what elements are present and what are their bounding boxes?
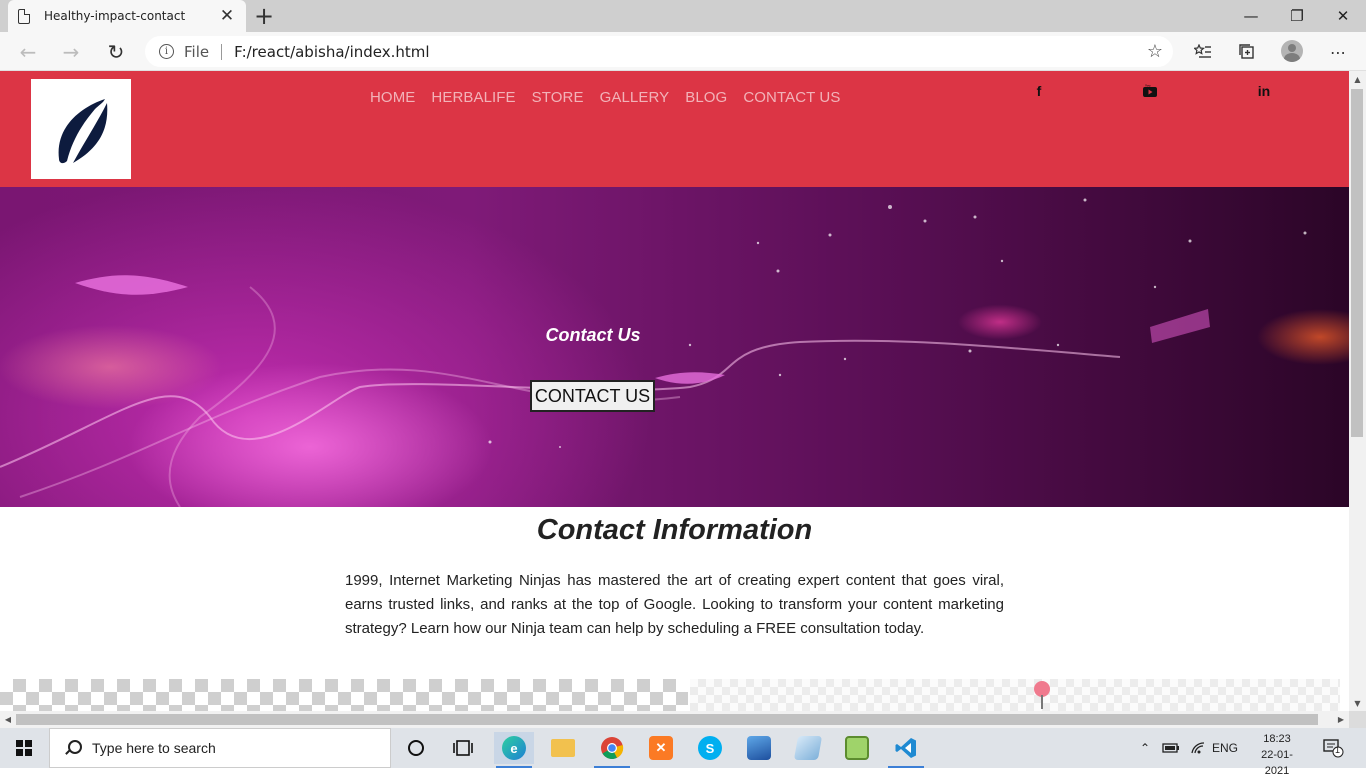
hero-title: Contact Us [545,325,641,345]
search-placeholder: Type here to search [92,740,216,756]
url-text[interactable]: F:/react/abisha/index.html [234,43,1147,61]
contact-info-heading: Contact Information [536,514,813,546]
start-button[interactable] [0,728,48,768]
facebook-icon[interactable]: f [1029,81,1049,101]
contact-us-button[interactable]: CONTACT US [530,380,655,412]
collections-icon[interactable] [1234,40,1260,64]
more-options-icon[interactable]: ⋯ [1325,40,1351,64]
restore-button[interactable]: ❐ [1274,0,1320,32]
youtube-icon[interactable]: You [1140,81,1160,101]
document-icon [18,8,30,24]
nav-herbalife[interactable]: HERBALIFE [423,89,523,106]
horizontal-scrollbar[interactable]: ◀ ▶ [0,711,1349,728]
site-header: HOME HERBALIFE STORE GALLERY BLOG CONTAC… [0,71,1349,187]
main-nav: HOME HERBALIFE STORE GALLERY BLOG CONTAC… [362,89,848,106]
vertical-scroll-thumb[interactable] [1351,89,1363,437]
browser-toolbar: ← → ↻ i File F:/react/abisha/index.html … [0,32,1366,71]
cortana-icon[interactable] [396,732,436,764]
horizontal-scroll-thumb[interactable] [16,714,1318,725]
clock-date: 22-01-2021 [1261,749,1293,777]
battery-icon[interactable] [1162,728,1180,768]
scroll-right-arrow-icon[interactable]: ▶ [1333,711,1349,728]
address-bar[interactable]: i File F:/react/abisha/index.html ☆ [145,36,1173,67]
hero-banner: Contact Us CONTACT US [0,187,1349,507]
snipping-tool-icon[interactable] [788,732,828,764]
vertical-scrollbar[interactable]: ▲ ▼ [1349,71,1366,711]
nav-store[interactable]: STORE [524,89,592,106]
site-logo[interactable] [31,79,131,179]
notification-count: 1 [1335,745,1341,755]
page-viewport: HOME HERBALIFE STORE GALLERY BLOG CONTAC… [0,71,1349,711]
nav-gallery[interactable]: GALLERY [592,89,678,106]
taskbar-search[interactable]: Type here to search [49,728,391,768]
notepad-plus-icon[interactable] [837,732,877,764]
url-scheme: File [184,42,210,61]
forward-button[interactable]: → [56,38,86,66]
wifi-icon[interactable] [1190,728,1206,768]
nav-blog[interactable]: BLOG [677,89,735,106]
skype-icon[interactable]: S [690,732,730,764]
tab-close-icon[interactable]: ✕ [218,6,236,26]
nav-home[interactable]: HOME [362,89,423,106]
favorite-star-icon[interactable]: ☆ [1147,41,1163,62]
scrollbar-corner [1349,711,1366,728]
info-icon[interactable]: i [159,44,174,59]
close-window-button[interactable]: ✕ [1320,0,1366,32]
svg-text:You: You [1145,84,1151,88]
transparent-image-right [690,679,1340,711]
clock-time: 18:23 [1263,733,1291,745]
tab-title: Healthy-impact-contact [44,9,186,23]
back-button[interactable]: ← [13,38,43,66]
browser-tab[interactable]: Healthy-impact-contact ✕ [8,0,246,32]
windows-taskbar: Type here to search e ✕ S ⌃ ENG 18:23 22… [0,728,1366,777]
scroll-left-arrow-icon[interactable]: ◀ [0,711,16,728]
address-separator [221,43,223,60]
hero-background-art [0,198,1307,507]
refresh-button[interactable]: ↻ [101,38,131,66]
vscode-icon[interactable] [886,732,926,768]
new-tab-button[interactable]: + [252,2,276,30]
show-hidden-icons[interactable]: ⌃ [1140,728,1150,768]
linkedin-icon[interactable]: in [1254,81,1274,101]
contact-info-paragraph: 1999, Internet Marketing Ninjas has mast… [345,572,1004,637]
scroll-up-arrow-icon[interactable]: ▲ [1349,71,1366,87]
notifications-icon[interactable]: 1 [1322,728,1344,768]
nav-contact-us[interactable]: CONTACT US [735,89,848,106]
language-indicator[interactable]: ENG [1212,728,1238,768]
file-explorer-icon[interactable] [543,732,583,764]
browser-tab-bar: Healthy-impact-contact ✕ + — ❐ ✕ [0,0,1366,32]
photos-icon[interactable] [739,732,779,764]
minimize-button[interactable]: — [1228,0,1274,32]
profile-avatar[interactable] [1281,40,1303,62]
task-view-icon[interactable] [443,732,483,764]
windows-logo-icon [16,740,32,756]
leaf-logo-icon [58,99,108,164]
scroll-down-arrow-icon[interactable]: ▼ [1349,695,1366,711]
favorites-list-icon[interactable] [1190,40,1216,64]
transparent-image-strip [0,679,1340,711]
edge-icon[interactable]: e [494,732,534,768]
search-icon [64,740,82,756]
system-clock[interactable]: 18:23 22-01-2021 [1252,731,1302,779]
transparent-image-left [0,679,688,711]
chrome-icon[interactable] [592,732,632,768]
xampp-icon[interactable]: ✕ [641,732,681,764]
map-pin-stick [1041,695,1043,709]
